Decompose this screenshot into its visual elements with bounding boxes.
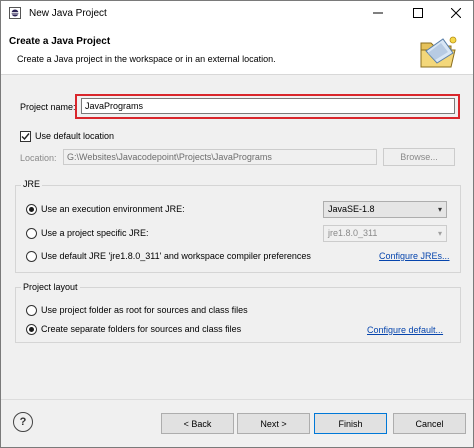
layout-project-root-label: Use project folder as root for sources a…: [41, 305, 248, 315]
layout-separate-folders-label: Create separate folders for sources and …: [41, 324, 242, 334]
configure-default-link[interactable]: Configure default...: [367, 325, 443, 335]
location-label: Location:: [20, 153, 57, 163]
maximize-icon: [413, 8, 423, 18]
close-button[interactable]: [441, 1, 471, 25]
next-button[interactable]: Next >: [237, 413, 310, 434]
back-button[interactable]: < Back: [161, 413, 234, 434]
jre-execution-env-radio[interactable]: [26, 204, 37, 215]
title-bar: New Java Project: [1, 1, 473, 25]
location-input[interactable]: G:\Websites\Javacodepoint\Projects\JavaP…: [63, 149, 377, 165]
wizard-header: Create a Java Project Create a Java proj…: [1, 25, 473, 75]
jre-group-title: JRE: [21, 179, 43, 189]
jre-default-radio[interactable]: [26, 251, 37, 262]
folder-new-project-icon: [420, 36, 457, 68]
jre-default-label: Use default JRE 'jre1.8.0_311' and works…: [41, 251, 311, 261]
help-button[interactable]: ?: [13, 412, 33, 432]
project-layout-group-title: Project layout: [21, 282, 80, 292]
execution-env-value: JavaSE-1.8: [328, 204, 375, 214]
help-icon: ?: [19, 416, 27, 428]
chevron-down-icon: ▾: [437, 205, 442, 214]
project-jre-value: jre1.8.0_311: [328, 228, 378, 238]
project-name-label: Project name:: [20, 102, 76, 112]
jre-execution-env-label: Use an execution environment JRE:: [41, 204, 185, 214]
use-default-location-label: Use default location: [35, 131, 115, 141]
radio-selected-dot: [29, 327, 34, 332]
jre-project-specific-radio[interactable]: [26, 228, 37, 239]
browse-button[interactable]: Browse...: [383, 148, 455, 166]
chevron-down-icon: ▾: [437, 229, 442, 238]
window-title: New Java Project: [29, 7, 107, 19]
footer-separator: [1, 399, 473, 400]
layout-project-root-radio[interactable]: [26, 305, 37, 316]
minimize-icon: [373, 12, 383, 14]
use-default-location-checkbox[interactable]: [20, 131, 31, 142]
close-icon: [451, 8, 461, 18]
eclipse-app-icon: [9, 7, 21, 19]
project-name-highlight: [75, 94, 460, 119]
radio-selected-dot: [29, 207, 34, 212]
layout-separate-folders-radio[interactable]: [26, 324, 37, 335]
cancel-button[interactable]: Cancel: [393, 413, 466, 434]
new-java-project-window: New Java Project Create a Java Project C…: [0, 0, 474, 448]
execution-env-select[interactable]: JavaSE-1.8 ▾: [323, 201, 447, 218]
checkmark-icon: [21, 133, 30, 141]
project-jre-select[interactable]: jre1.8.0_311 ▾: [323, 225, 447, 242]
jre-project-specific-label: Use a project specific JRE:: [41, 228, 149, 238]
configure-jres-link[interactable]: Configure JREs...: [379, 251, 450, 261]
wizard-description: Create a Java project in the workspace o…: [17, 54, 276, 64]
minimize-button[interactable]: [363, 1, 393, 25]
finish-button[interactable]: Finish: [314, 413, 387, 434]
wizard-title: Create a Java Project: [9, 36, 111, 47]
maximize-button[interactable]: [403, 1, 433, 25]
